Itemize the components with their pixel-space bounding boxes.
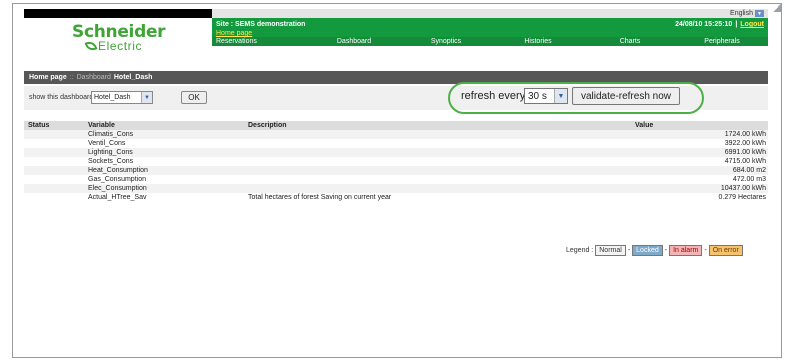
language-selector[interactable]: English ▼ [730, 10, 764, 17]
cell-status [24, 139, 88, 148]
leaf-icon [84, 39, 98, 53]
cell-status [24, 175, 88, 184]
cell-description [248, 175, 624, 184]
table-row: Climatis_Cons 1724.00 kWh [24, 130, 768, 139]
schneider-logo: Schneider Electric [40, 22, 190, 54]
table-row: Lighting_Cons 6991.00 kWh [24, 148, 768, 157]
cell-value: 472.00 m3 [732, 176, 766, 183]
logo-line-2-text: Electric [98, 39, 143, 53]
table-row: Elec_Consumption 10437.00 kWh [24, 184, 768, 193]
table-row: Heat_Consumption 684.00 m2 [24, 166, 768, 175]
cell-value: 1724.00 kWh [724, 131, 766, 138]
cell-value: 6991.00 kWh [724, 149, 766, 156]
cell-variable: Climatis_Cons [88, 131, 134, 138]
cell-status [24, 193, 88, 202]
refresh-label: refresh every [461, 90, 526, 102]
chevron-down-icon[interactable]: ▼ [141, 92, 152, 103]
breadcrumb-home[interactable]: Home page [29, 74, 67, 81]
cell-value: 0.279 Hectares [718, 194, 766, 201]
header-value: Value [635, 122, 654, 129]
cell-status [24, 157, 88, 166]
ok-button[interactable]: OK [181, 91, 207, 104]
table-row: Actual_HTree_Sav Total hectares of fores… [24, 193, 768, 202]
site-name: Site : SEMS demonstration [216, 21, 306, 28]
legend-separator: - [627, 247, 631, 254]
cell-description: Total hectares of forest Saving on curre… [248, 194, 392, 201]
chevron-down-icon[interactable]: ▼ [554, 89, 567, 103]
refresh-interval-value: 30 s [528, 90, 547, 102]
cell-variable: Gas_Consumption [88, 176, 146, 183]
cell-value: 3922.00 kWh [724, 140, 766, 147]
cell-variable: Heat_Consumption [88, 167, 148, 174]
top-bar: English ▼ [212, 9, 768, 18]
datetime: 24/08/10 15:25:10 [675, 21, 733, 28]
cell-description [248, 166, 624, 175]
legend-locked: Locked [632, 245, 663, 256]
cell-status [24, 184, 88, 193]
legend-separator: - [664, 247, 668, 254]
status-legend: Legend : Normal - Locked - In alarm - On… [566, 245, 743, 256]
header-green-bar: Site : SEMS demonstration Home page 24/0… [212, 18, 768, 46]
nav-reservations[interactable]: Reservations [212, 37, 308, 46]
dashboard-select-value: Hotel_Dash [94, 94, 131, 101]
cell-variable: Sockets_Cons [88, 158, 134, 165]
breadcrumb-separator: :: [69, 74, 74, 81]
breadcrumb-section[interactable]: Dashboard [77, 74, 111, 81]
datetime-separator: | [735, 21, 738, 28]
main-nav: Reservations Dashboard Synoptics Histori… [212, 37, 768, 46]
cell-value: 684.00 m2 [732, 167, 766, 174]
cell-description [248, 130, 624, 139]
cell-variable: Lighting_Cons [88, 149, 133, 156]
variables-table: Status Variable Description Value Climat… [24, 121, 768, 202]
cell-variable: Ventil_Cons [88, 140, 126, 147]
chevron-down-icon[interactable]: ▼ [755, 10, 764, 17]
legend-normal: Normal [595, 245, 626, 256]
legend-in-alarm: In alarm [669, 245, 703, 256]
cell-description [248, 148, 624, 157]
nav-synoptics[interactable]: Synoptics [400, 37, 492, 46]
breadcrumb-current: Hotel_Dash [113, 74, 153, 81]
cell-description [248, 184, 624, 193]
header-status: Status [28, 122, 50, 129]
header-black-strip [24, 9, 212, 18]
table-row: Ventil_Cons 3922.00 kWh [24, 139, 768, 148]
header-description: Description [248, 122, 287, 129]
logo-line-2: Electric [84, 39, 143, 53]
header-variable: Variable [88, 122, 115, 129]
nav-histories[interactable]: Histories [492, 37, 584, 46]
cell-status [24, 130, 88, 139]
cell-description [248, 157, 624, 166]
cell-variable: Elec_Consumption [88, 185, 147, 192]
validate-refresh-button[interactable]: validate-refresh now [572, 87, 680, 105]
refresh-interval-select[interactable]: 30 s ▼ [524, 88, 568, 104]
cell-variable: Actual_HTree_Sav [88, 194, 147, 201]
show-dashboard-label: show this dashboard [29, 94, 94, 101]
table-row: Gas_Consumption 472.00 m3 [24, 175, 768, 184]
table-body: Climatis_Cons 1724.00 kWh Ventil_Cons 39… [24, 130, 768, 202]
cell-value: 10437.00 kWh [720, 185, 766, 192]
cell-status [24, 166, 88, 175]
language-value: English [730, 10, 753, 17]
cell-status [24, 148, 88, 157]
logout-link[interactable]: Logout [740, 21, 764, 28]
datetime-block: 24/08/10 15:25:10 | Logout [675, 21, 764, 28]
nav-charts[interactable]: Charts [584, 37, 676, 46]
page-curl-corner [773, 4, 781, 12]
table-header: Status Variable Description Value [24, 121, 768, 130]
legend-separator: - [704, 247, 707, 254]
legend-on-error: On error [708, 245, 743, 256]
cell-value: 4715.00 kWh [724, 158, 766, 165]
legend-label: Legend : [566, 247, 594, 254]
home-page-link[interactable]: Home page [216, 30, 252, 37]
dashboard-select[interactable]: Hotel_Dash ▼ [91, 91, 153, 104]
table-row: Sockets_Cons 4715.00 kWh [24, 157, 768, 166]
cell-description [248, 139, 624, 148]
nav-dashboard[interactable]: Dashboard [308, 37, 400, 46]
nav-peripherals[interactable]: Peripherals [676, 37, 768, 46]
